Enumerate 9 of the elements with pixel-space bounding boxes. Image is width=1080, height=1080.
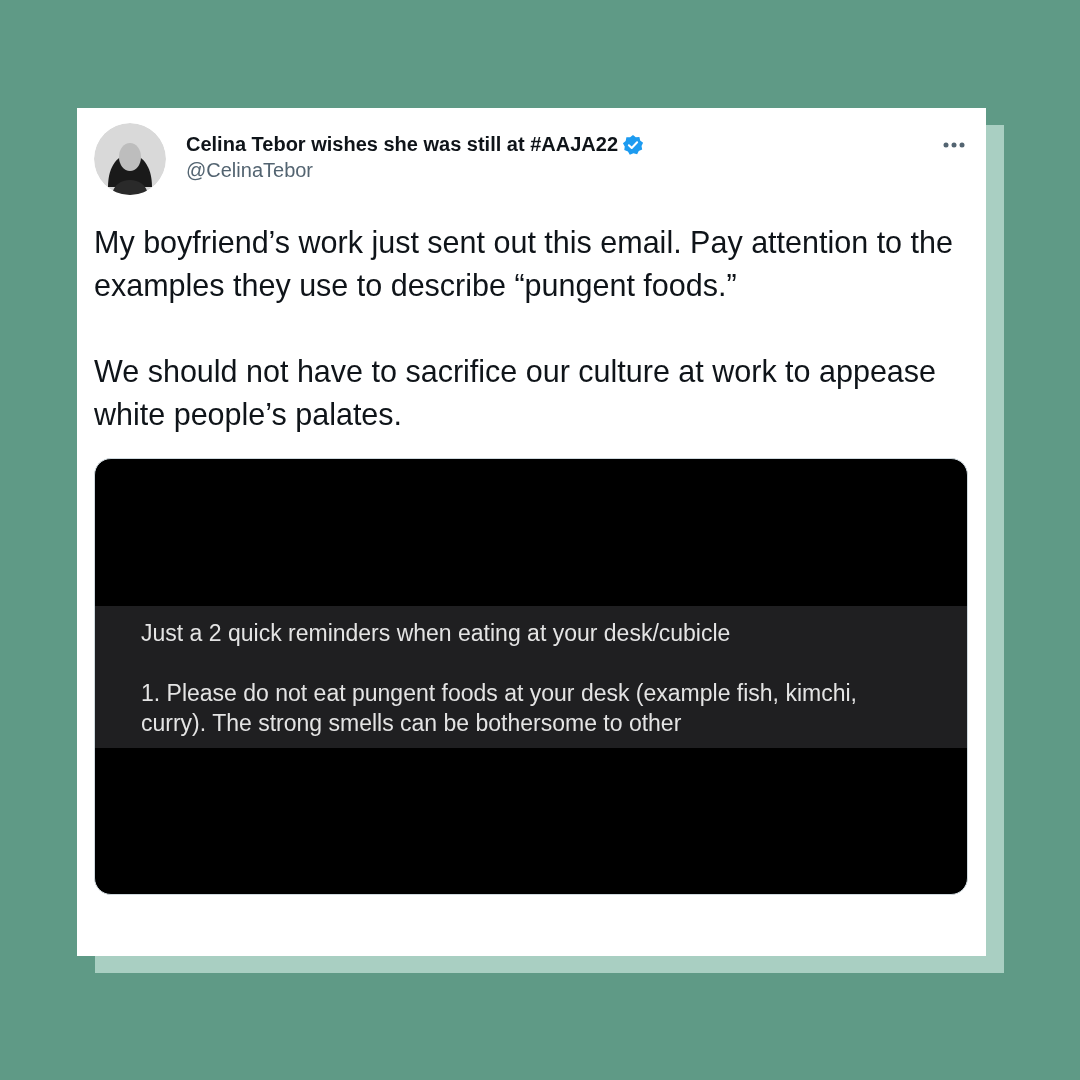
email-text: 1. Please do not eat pungent foods at your desk (example fish, kimchi, curry). The strong smells can be bothersome to other	[141, 678, 858, 738]
email-text: Just a 2 quick reminders when eating at your desk/cubicle	[141, 618, 732, 648]
author-handle[interactable]: @CelinaTebor	[186, 159, 942, 182]
avatar[interactable]	[94, 123, 166, 195]
more-icon[interactable]	[942, 141, 966, 149]
tweet-text: We should not have to sacrifice our culture at work to appease white people’s palates.	[94, 353, 938, 434]
author-name[interactable]: Celina Tebor wishes she was still at #AAJA22	[186, 133, 618, 156]
tweet-text: My boyfriend’s work just sent out this email. Pay attention to the examples they use to describe “pungent foods.”	[94, 224, 954, 305]
email-screenshot[interactable]: Just a 2 quick reminders when eating at your desk/cubicle 1. Please do not eat pungent foods at your desk (example fish, kimchi, curry). The strong smells can be bothersome to other	[94, 458, 968, 895]
